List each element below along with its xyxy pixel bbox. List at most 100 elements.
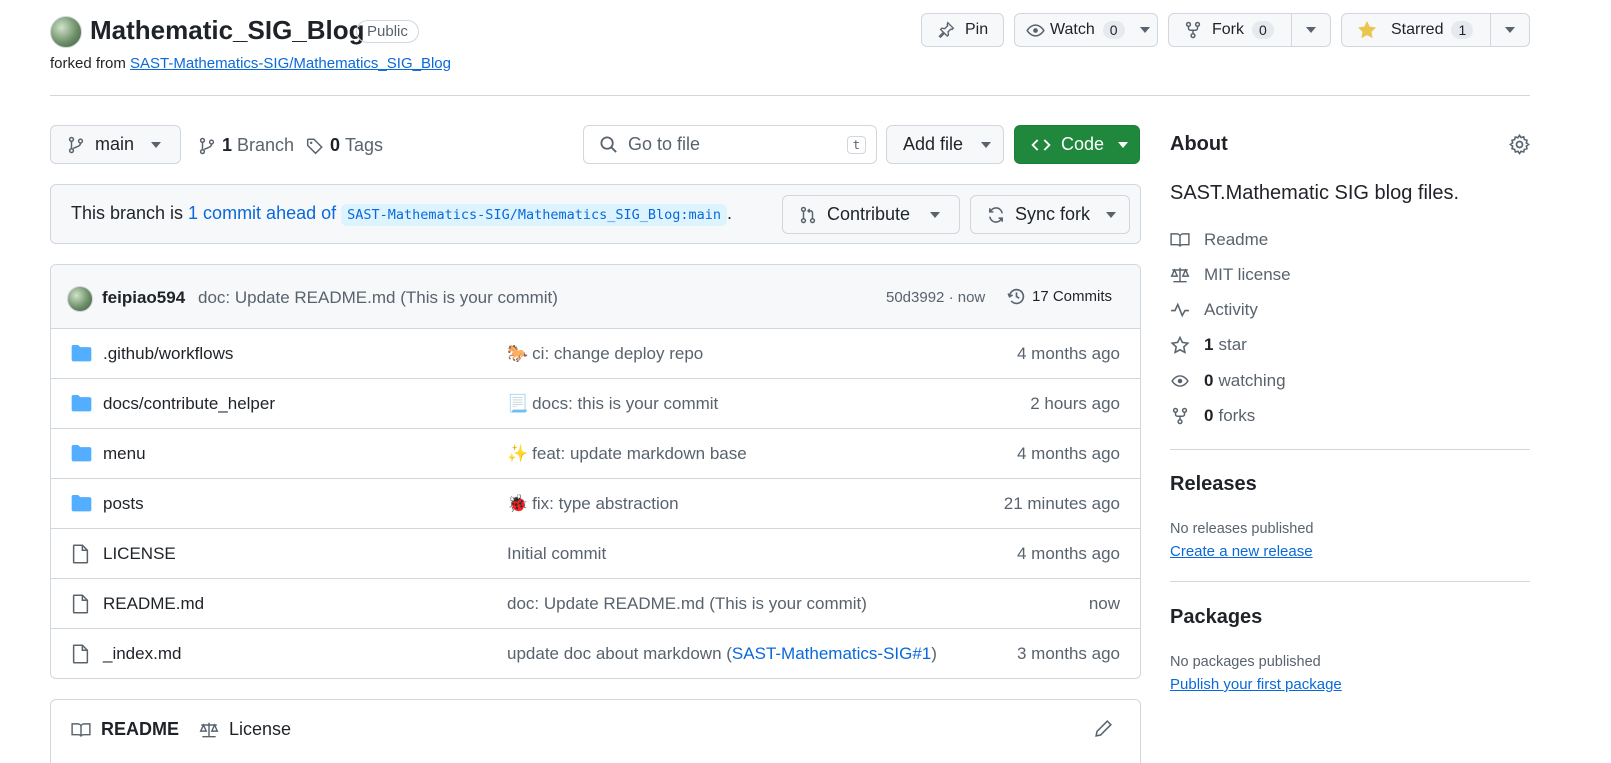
file-name-link[interactable]: docs/contribute_helper — [103, 394, 275, 414]
branch-status-suffix: . — [727, 203, 733, 223]
create-release-link[interactable]: Create a new release — [1170, 543, 1313, 560]
code-icon — [1031, 136, 1051, 154]
watch-count: 0 — [1102, 21, 1125, 39]
pulse-icon — [1170, 301, 1204, 319]
file-row[interactable]: .github/workflows 🐎 ci: change deploy repo… — [51, 329, 1140, 379]
file-commit-message[interactable]: 🐞 fix: type abstraction — [507, 494, 679, 514]
file-name-link[interactable]: README.md — [103, 594, 204, 614]
about-forks-label: forks — [1218, 406, 1256, 425]
file-commit-message[interactable]: 📃 docs: this is your commit — [507, 394, 718, 414]
pin-icon — [937, 21, 955, 39]
about-settings-gear-icon[interactable] — [1509, 134, 1530, 155]
fork-button-group[interactable]: Fork 0 — [1168, 13, 1331, 47]
code-label: Code — [1061, 134, 1105, 154]
file-row[interactable]: menu ✨ feat: update markdown base 4 months … — [51, 429, 1140, 479]
watch-button[interactable]: Watch 0 — [1014, 13, 1158, 47]
folder-icon — [71, 344, 92, 363]
about-watching-link[interactable]: 0 watching — [1170, 371, 1286, 391]
file-updated-age: now — [1088, 593, 1120, 613]
file-updated-age: 4 months ago — [1016, 443, 1120, 463]
file-name-link[interactable]: menu — [103, 444, 146, 464]
about-description: SAST.Mathematic SIG blog files. — [1170, 182, 1460, 204]
tab-license[interactable]: License — [199, 719, 291, 740]
sync-fork-button[interactable]: Sync fork — [970, 195, 1130, 234]
upstream-branch-ref[interactable]: SAST-Mathematics-SIG/Mathematics_SIG_Blo… — [341, 204, 728, 226]
about-license-link[interactable]: MIT license — [1170, 265, 1291, 285]
edit-readme-icon[interactable] — [1094, 719, 1113, 738]
file-commit-message[interactable]: update doc about markdown (SAST-Mathemat… — [507, 644, 937, 664]
branch-selector[interactable]: main — [50, 125, 181, 164]
about-stars-count: 1 — [1204, 335, 1214, 354]
commit-message-text: ci: change deploy repo — [532, 343, 704, 363]
chevron-down-icon — [930, 211, 941, 218]
file-commit-message[interactable]: ✨ feat: update markdown base — [507, 444, 747, 464]
contribute-button[interactable]: Contribute — [782, 195, 960, 234]
star-dropdown[interactable] — [1491, 14, 1515, 46]
code-button[interactable]: Code — [1014, 125, 1140, 164]
starred-button[interactable]: Starred 1 — [1342, 14, 1490, 46]
file-name-link[interactable]: .github/workflows — [103, 344, 233, 364]
branch-icon — [67, 136, 85, 154]
about-forks-link[interactable]: 0 forks — [1170, 406, 1255, 426]
file-row[interactable]: _index.md update doc about markdown (SAST… — [51, 629, 1140, 678]
about-stars-link[interactable]: 1 star — [1170, 335, 1247, 355]
starred-label: Starred — [1391, 21, 1444, 38]
about-readme-link[interactable]: Readme — [1170, 230, 1268, 250]
eye-icon — [1026, 21, 1045, 40]
file-updated-age: 4 months ago — [1016, 343, 1120, 363]
file-row[interactable]: README.md doc: Update README.md (This is … — [51, 579, 1140, 629]
pin-button[interactable]: Pin — [921, 13, 1004, 47]
tags-count: 0 — [330, 135, 341, 155]
go-to-file-search[interactable]: Go to file t — [583, 125, 877, 164]
about-activity-link[interactable]: Activity — [1170, 300, 1258, 320]
issue-link[interactable]: SAST-Mathematics-SIG#1 — [732, 644, 931, 663]
file-commit-message[interactable]: doc: Update README.md (This is your comm… — [507, 594, 867, 614]
repo-name[interactable]: Mathematic_SIG_Blog — [90, 15, 365, 46]
fork-button[interactable]: Fork 0 — [1169, 14, 1291, 46]
file-name-link[interactable]: posts — [103, 494, 144, 514]
owner-avatar[interactable] — [50, 16, 82, 48]
scale-icon — [1170, 266, 1204, 284]
fork-dropdown[interactable] — [1292, 14, 1316, 46]
about-activity-label: Activity — [1204, 300, 1258, 319]
book-icon — [1170, 231, 1204, 249]
folder-icon — [71, 494, 92, 513]
tab-readme-label: README — [101, 719, 180, 739]
file-commit-message[interactable]: 🐎 ci: change deploy repo — [507, 344, 703, 364]
add-file-button[interactable]: Add file — [886, 125, 1004, 164]
watch-label: Watch — [1050, 21, 1095, 38]
file-name-link[interactable]: _index.md — [103, 644, 181, 664]
file-name-link[interactable]: LICENSE — [103, 544, 176, 564]
file-commit-message[interactable]: Initial commit — [507, 544, 606, 564]
file-row[interactable]: LICENSE Initial commit 4 months ago — [51, 529, 1140, 579]
search-icon — [599, 135, 618, 154]
releases-heading[interactable]: Releases — [1170, 473, 1257, 496]
releases-empty-text: No releases published — [1170, 521, 1314, 537]
commits-count: 17 Commits — [1032, 288, 1113, 305]
author-avatar[interactable] — [67, 286, 93, 312]
file-row[interactable]: docs/contribute_helper 📃 docs: this is you… — [51, 379, 1140, 429]
pull-request-icon — [799, 206, 817, 224]
commits-history-link[interactable]: 17 Commits — [1007, 287, 1112, 306]
readme-panel: README License — [50, 699, 1141, 763]
commit-message-text: fix: type abstraction — [532, 493, 679, 513]
chevron-down-icon[interactable] — [1139, 27, 1150, 33]
commit-meta[interactable]: 50d3992 · now — [886, 289, 985, 306]
file-row[interactable]: posts 🐞 fix: type abstraction 21 minutes ag… — [51, 479, 1140, 529]
commit-emoji: 📃 — [507, 393, 529, 413]
chevron-down-icon — [1505, 27, 1515, 33]
commit-message-after: ) — [931, 644, 937, 663]
forked-source-link[interactable]: SAST-Mathematics-SIG/Mathematics_SIG_Blo… — [130, 55, 451, 72]
tags-link[interactable]: 0 Tags — [306, 135, 383, 156]
branches-link[interactable]: 1 Branch — [198, 135, 294, 156]
publish-package-link[interactable]: Publish your first package — [1170, 676, 1342, 693]
commits-ahead-link[interactable]: 1 commit ahead of — [188, 203, 336, 223]
fork-icon — [1170, 407, 1204, 425]
tab-readme[interactable]: README — [71, 719, 179, 740]
commit-message[interactable]: doc: Update README.md (This is your comm… — [198, 288, 558, 308]
tags-label: Tags — [345, 135, 384, 155]
starred-button-group[interactable]: Starred 1 — [1341, 13, 1530, 47]
tag-icon — [306, 137, 324, 155]
packages-heading[interactable]: Packages — [1170, 606, 1262, 629]
commit-author[interactable]: feipiao594 — [102, 288, 185, 308]
